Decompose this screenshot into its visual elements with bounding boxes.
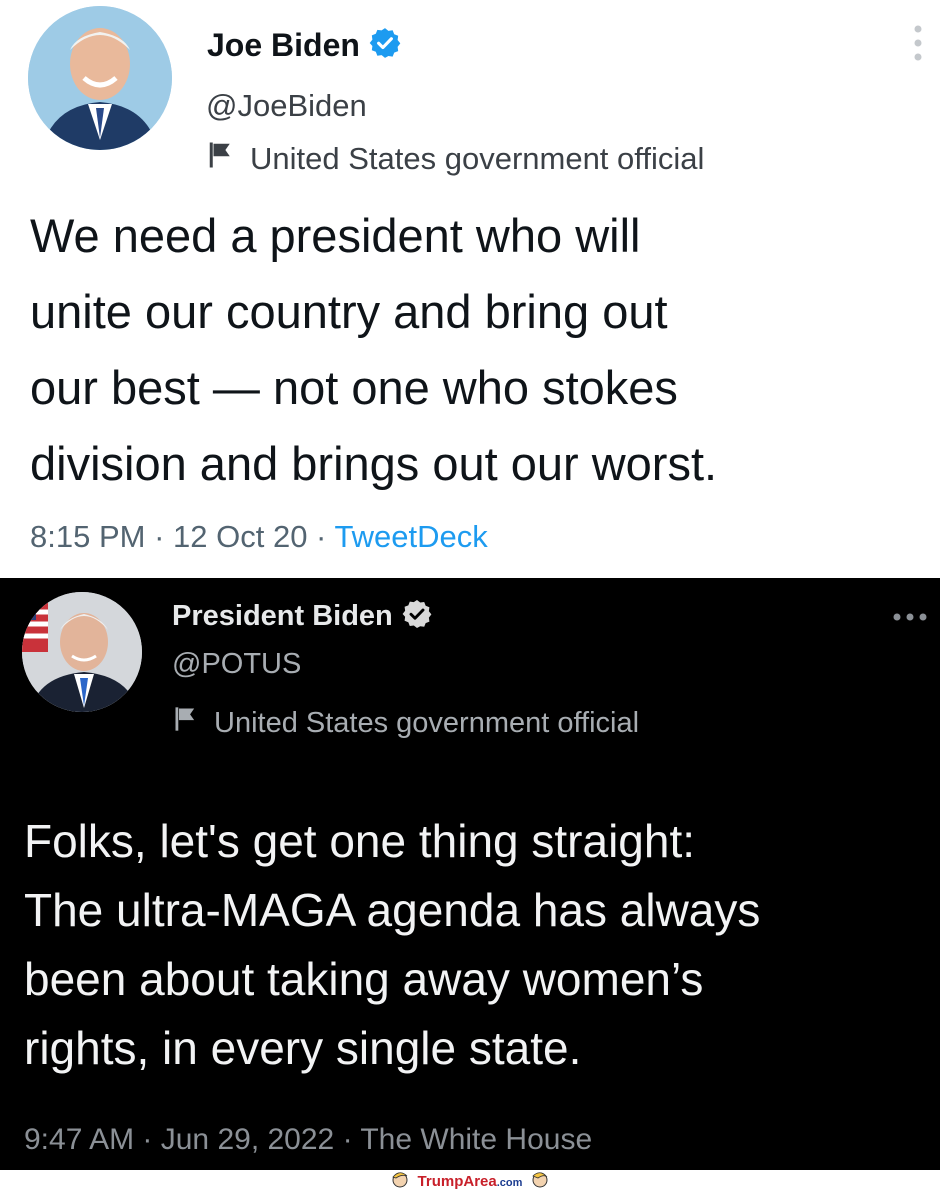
- tweet-source-link[interactable]: TweetDeck: [334, 519, 487, 554]
- avatar[interactable]: [28, 6, 172, 150]
- user-handle[interactable]: @JoeBiden: [206, 88, 367, 124]
- government-label: United States government official: [214, 706, 640, 739]
- meta-separator: ·: [145, 519, 174, 554]
- author-row: President Biden: [172, 598, 433, 635]
- government-label-row: United States government official: [206, 140, 704, 178]
- meta-separator: ·: [334, 1123, 361, 1156]
- avatar[interactable]: [22, 592, 142, 712]
- tweet-meta: 9:47 AM · Jun 29, 2022 · The White House: [24, 1123, 592, 1157]
- display-name[interactable]: Joe Biden: [207, 27, 360, 64]
- tweet-meta: 8:15 PM · 12 Oct 20 · TweetDeck: [30, 519, 488, 555]
- watermark-brand: TrumpArea: [417, 1173, 497, 1190]
- meta-separator: ·: [307, 519, 335, 554]
- tweet-text: We need a president who will unite our c…: [30, 209, 718, 490]
- watermark-footer: TrumpArea.com: [0, 1170, 940, 1193]
- flag-icon: [206, 140, 236, 178]
- tweet-source-link[interactable]: The White House: [360, 1123, 592, 1156]
- more-options-icon[interactable]: [914, 24, 922, 67]
- tweet-card-potus[interactable]: President Biden @POTUS United States gov…: [0, 578, 940, 1170]
- tweet-text: Folks, let's get one thing straight: The…: [24, 815, 761, 1074]
- tweet-time[interactable]: 9:47 AM: [24, 1123, 134, 1156]
- verified-badge-icon: [401, 598, 433, 635]
- more-options-icon[interactable]: [892, 608, 928, 626]
- tweet-date[interactable]: 12 Oct 20: [173, 519, 307, 554]
- watermark-logo: TrumpArea.com: [418, 1173, 523, 1190]
- display-name[interactable]: President Biden: [172, 600, 393, 633]
- mascot-right-icon: [530, 1169, 550, 1194]
- government-label-row: United States government official: [172, 705, 639, 741]
- verified-badge-icon: [368, 26, 402, 65]
- flag-icon: [172, 705, 200, 741]
- author-row: Joe Biden: [207, 26, 402, 65]
- tweet-date[interactable]: Jun 29, 2022: [161, 1123, 334, 1156]
- user-handle[interactable]: @POTUS: [172, 648, 301, 681]
- government-label: United States government official: [250, 141, 705, 176]
- meta-separator: ·: [134, 1123, 161, 1156]
- watermark-suffix: .com: [496, 1177, 523, 1189]
- tweet-card-joebiden[interactable]: Joe Biden @JoeBiden United States govern…: [0, 0, 940, 578]
- tweet-time[interactable]: 8:15 PM: [30, 519, 145, 554]
- mascot-left-icon: [390, 1169, 410, 1194]
